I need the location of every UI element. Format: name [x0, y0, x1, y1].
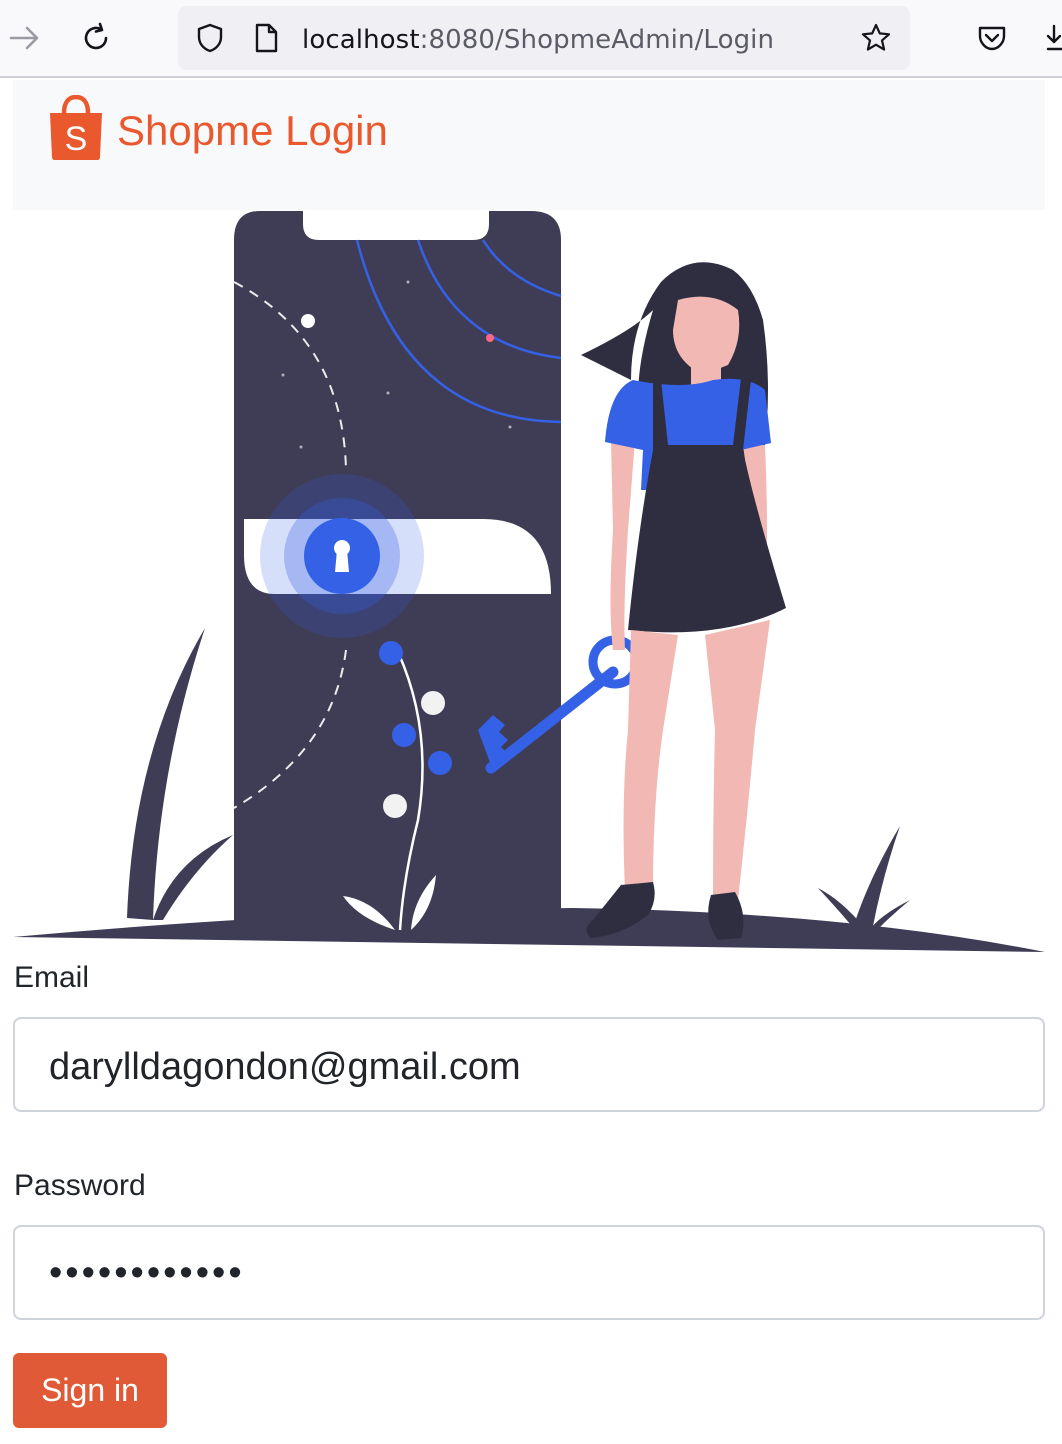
- brand-title[interactable]: Shopme Login: [117, 106, 388, 156]
- reload-icon[interactable]: [76, 18, 116, 58]
- email-label: Email: [14, 961, 90, 994]
- password-masked-value: ••••••••••••: [49, 1252, 245, 1294]
- download-icon[interactable]: [1040, 18, 1062, 58]
- login-illustration: [13, 210, 1045, 952]
- pocket-icon[interactable]: [972, 18, 1012, 58]
- address-bar[interactable]: localhost:8080/ShopmeAdmin/Login: [178, 6, 910, 70]
- forward-icon[interactable]: [4, 18, 44, 58]
- svg-text:S: S: [65, 120, 88, 158]
- password-field[interactable]: ••••••••••••: [13, 1225, 1045, 1320]
- sign-in-button[interactable]: Sign in: [13, 1353, 167, 1428]
- page-icon[interactable]: [250, 22, 282, 54]
- shield-icon[interactable]: [194, 22, 226, 54]
- url-text[interactable]: localhost:8080/ShopmeAdmin/Login: [302, 25, 774, 55]
- bookmark-star-icon[interactable]: [860, 22, 892, 54]
- page-header: S Shopme Login: [13, 80, 1045, 210]
- email-field[interactable]: darylldagondon@gmail.com: [13, 1017, 1045, 1112]
- email-value: darylldagondon@gmail.com: [49, 1046, 521, 1088]
- password-label: Password: [14, 1169, 146, 1202]
- browser-toolbar: localhost:8080/ShopmeAdmin/Login: [0, 0, 1062, 78]
- shopping-bag-logo-icon[interactable]: S: [47, 95, 105, 161]
